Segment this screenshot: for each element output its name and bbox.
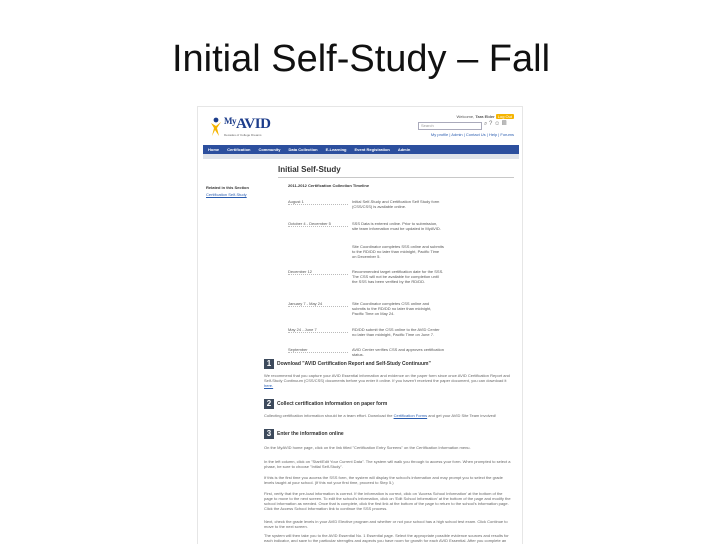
screenshot-myavid-page: MyAVID Decades of College Dreams Welcome…: [197, 106, 523, 544]
step-title: Collect certification information on pap…: [277, 401, 388, 407]
step-title: Enter the information online: [277, 431, 344, 437]
download-here-link[interactable]: here.: [264, 383, 273, 388]
step-2-text: Collecting certification information sho…: [264, 413, 497, 418]
help-icon[interactable]: ?: [489, 121, 492, 127]
logout-button[interactable]: Log Out: [495, 114, 514, 119]
nav-item-e-learning[interactable]: E-Learning: [326, 147, 347, 152]
toolbar-icons: ⌕ ? ☺ ▤: [484, 121, 514, 129]
step-number-badge: 2: [264, 399, 274, 409]
myavid-logo[interactable]: MyAVID Decades of College Dreams: [210, 113, 271, 139]
user-icon[interactable]: ☺: [494, 121, 500, 127]
user-name: Tara Elder: [475, 114, 495, 119]
page-heading: Initial Self-Study: [278, 165, 341, 174]
step-3-paragraph: In the left column, click on "Start/Edit…: [264, 459, 511, 469]
nav-item-home[interactable]: Home: [208, 147, 219, 152]
search-icon[interactable]: ⌕: [484, 121, 487, 127]
print-icon[interactable]: ▤: [502, 121, 507, 127]
nav-item-event-registration[interactable]: Event Registration: [354, 147, 389, 152]
sub-nav-bar: [203, 154, 519, 159]
step-1-text: We recommend that you capture your AVID …: [264, 373, 510, 388]
search-input[interactable]: Search: [418, 122, 482, 130]
timeline-title: 2011-2012 Certification Collection Timel…: [288, 183, 370, 188]
top-links[interactable]: My profile | Admin | Contact Us | Help |…: [431, 132, 514, 137]
sidebar-link-certification-self-study[interactable]: Certification Self-Study: [206, 192, 247, 197]
avid-figure-icon: [211, 117, 221, 136]
nav-item-data-collection[interactable]: Data Collection: [288, 147, 317, 152]
step-3-paragraph: On the MyAVID home page, click on the li…: [264, 445, 471, 450]
nav-item-certification[interactable]: Certification: [227, 147, 250, 152]
step-3-paragraph: Next, check the grade levels in your AVI…: [264, 519, 508, 529]
certification-forms-link[interactable]: Certification Forms: [394, 413, 428, 418]
main-nav: Home Certification Community Data Collec…: [203, 145, 519, 154]
step-3-paragraph: First, verify that the pre-load informat…: [264, 491, 511, 511]
slide-title: Initial Self-Study – Fall: [171, 38, 551, 80]
step-number-badge: 1: [264, 359, 274, 369]
nav-item-admin[interactable]: Admin: [398, 147, 410, 152]
sidebar-heading: Related in this Section: [206, 185, 249, 190]
step-3-paragraph: If this is the first time you access the…: [264, 475, 503, 485]
welcome-text: Welcome, Tara Elder Log Out: [456, 114, 514, 119]
logo-tagline: Decades of College Dreams: [224, 133, 262, 137]
step-number-badge: 3: [264, 429, 274, 439]
logo-wordmark: MyAVID: [224, 116, 271, 132]
nav-item-community[interactable]: Community: [258, 147, 280, 152]
step-3-paragraph: The system will then take you to the AVI…: [264, 533, 509, 544]
heading-divider: [278, 177, 514, 178]
step-title: Download "AVID Certification Report and …: [277, 361, 431, 367]
